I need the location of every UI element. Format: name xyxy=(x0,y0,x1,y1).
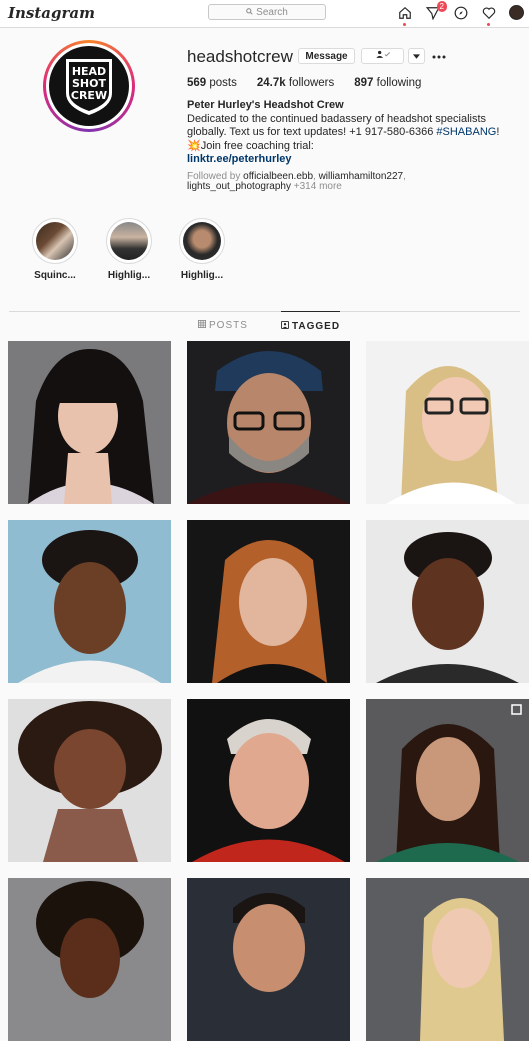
explore-icon[interactable] xyxy=(452,4,469,21)
tagged-photo-tile[interactable] xyxy=(8,878,171,1041)
tagged-photo-tile[interactable] xyxy=(366,341,529,504)
grid-icon xyxy=(198,320,206,331)
posts-stat: 569 posts xyxy=(187,77,237,89)
following-button[interactable] xyxy=(361,48,404,64)
portrait-photo xyxy=(187,699,350,862)
tagged-photo-tile[interactable] xyxy=(187,520,350,683)
tab-posts-label: POSTS xyxy=(209,320,248,331)
heart-notification-dot xyxy=(487,23,490,26)
search-placeholder: Search xyxy=(256,6,288,18)
followed-by[interactable]: Followed by officialbeen.ebb, williamham… xyxy=(187,172,457,192)
person-check-icon xyxy=(375,50,391,62)
story-highlight[interactable]: Squinc... xyxy=(31,218,79,281)
home-notification-dot xyxy=(403,23,406,26)
heart-icon[interactable] xyxy=(480,4,497,26)
bio-exclamation: ! xyxy=(496,126,500,139)
search-icon xyxy=(246,7,253,18)
profile-username: headshotcrew xyxy=(187,47,293,66)
followed-by-separator: , xyxy=(403,171,406,182)
activity-badge: 2 xyxy=(436,1,447,12)
story-highlight[interactable]: Highlig... xyxy=(178,218,226,281)
display-name: Peter Hurley's Headshot Crew xyxy=(187,99,344,111)
bio-website-link[interactable]: linktr.ee/peterhurley xyxy=(187,153,522,167)
tagged-photo-tile[interactable] xyxy=(366,699,529,862)
profile-avatar[interactable]: HEAD SHOT CREW xyxy=(43,40,135,132)
portrait-photo xyxy=(187,341,350,504)
portrait-photo xyxy=(8,520,171,683)
story-highlight[interactable]: Highlig... xyxy=(105,218,153,281)
tagged-photo-tile[interactable] xyxy=(8,520,171,683)
portrait-photo xyxy=(8,699,171,862)
portrait-photo xyxy=(8,341,171,504)
tagged-photo-tile[interactable] xyxy=(8,341,171,504)
followed-by-more: +314 more xyxy=(290,181,342,192)
tagged-photo-tile[interactable] xyxy=(366,878,529,1041)
portrait-photo xyxy=(8,878,171,1041)
home-icon[interactable] xyxy=(396,4,413,26)
instagram-logo[interactable]: Instagram xyxy=(8,4,95,22)
followed-by-user[interactable]: lights_out_photography xyxy=(187,181,291,192)
story-highlight-label: Highlig... xyxy=(180,270,224,281)
tab-tagged[interactable]: TAGGED xyxy=(281,311,341,332)
story-highlight-label: Highlig... xyxy=(107,270,151,281)
options-more-icon[interactable] xyxy=(432,50,448,62)
portrait-photo xyxy=(187,878,350,1041)
message-button[interactable]: Message xyxy=(298,48,355,64)
headshot-crew-logo: HEAD SHOT CREW xyxy=(66,59,112,115)
portrait-photo xyxy=(366,878,529,1041)
tagged-photo-tile[interactable] xyxy=(187,341,350,504)
profile-icon[interactable] xyxy=(508,4,525,21)
portrait-photo xyxy=(366,520,529,683)
suggested-dropdown-button[interactable] xyxy=(408,48,425,64)
tab-posts[interactable]: POSTS xyxy=(198,320,248,331)
tab-tagged-label: TAGGED xyxy=(292,321,341,332)
explosion-emoji-icon: 💥 xyxy=(187,139,201,152)
tagged-photo-tile[interactable] xyxy=(187,878,350,1041)
following-stat[interactable]: 897 following xyxy=(354,77,421,89)
tagged-photo-tile[interactable] xyxy=(366,520,529,683)
caret-down-icon xyxy=(413,51,420,62)
tagged-photo-tile[interactable] xyxy=(8,699,171,862)
logo-text-line3: CREW xyxy=(71,89,107,102)
portrait-photo xyxy=(187,520,350,683)
search-input[interactable]: Search xyxy=(208,4,326,20)
profile-bio: Peter Hurley's Headshot Crew Dedicated t… xyxy=(187,99,522,167)
profile-stats: 569 posts 24.7k followers 897 following xyxy=(187,77,421,89)
bio-coaching-text: Join free coaching trial: xyxy=(200,139,314,152)
bio-hashtag-link[interactable]: #SHABANG xyxy=(436,126,496,138)
tabs-divider xyxy=(9,311,520,312)
followers-stat[interactable]: 24.7k followers xyxy=(257,77,334,89)
portrait-photo xyxy=(366,341,529,504)
story-highlight-label: Squinc... xyxy=(34,270,76,281)
portrait-photo xyxy=(366,699,529,862)
direct-icon[interactable]: 2 xyxy=(424,1,447,21)
tagged-person-icon xyxy=(281,321,289,332)
tagged-photo-tile[interactable] xyxy=(187,699,350,862)
top-nav-bar: Instagram Search 2 xyxy=(0,0,529,28)
